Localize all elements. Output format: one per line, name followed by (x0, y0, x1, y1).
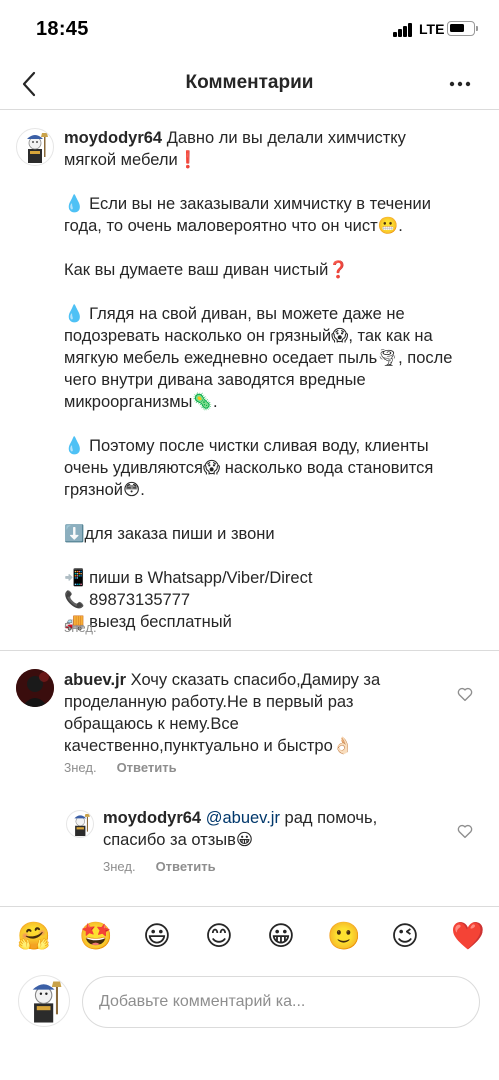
caption-line: года, то очень маловероятно что он чист😬… (64, 217, 403, 235)
caption-spacer (64, 545, 484, 567)
caption-spacer (64, 413, 484, 435)
battery-tip (476, 26, 478, 31)
emoji-heart-button[interactable]: ❤️ (451, 921, 485, 953)
network-label: LTE (419, 21, 445, 37)
caption-avatar[interactable] (16, 128, 54, 166)
caption-line: чего внутри дивана заводятся вредные (64, 371, 366, 389)
caption-spacer (64, 501, 484, 523)
comment-line: качественно,пунктуально и быстро👌🏻 (64, 737, 354, 755)
comment-username[interactable]: abuev.jr (64, 671, 126, 689)
reply-avatar[interactable] (66, 810, 94, 838)
emoji-slight-smile-button[interactable]: 🙂 (327, 921, 361, 953)
reply-text: moydodyr64 @abuev.jr рад помочь, спасибо… (103, 807, 443, 851)
comment-avatar-abuev[interactable] (16, 669, 54, 707)
reply-username[interactable]: moydodyr64 (103, 809, 201, 827)
caption-time: 5нед. (64, 620, 97, 635)
caption-line: 💧 Если вы не заказывали химчистку в тече… (64, 195, 431, 213)
more-options-icon[interactable] (444, 70, 476, 98)
caption-line: 📲 пиши в Whatsapp/Viber/Direct (64, 569, 313, 587)
reply-meta: 3нед. Ответить (103, 859, 216, 874)
status-bar: 18:45 LTE (0, 0, 499, 62)
caption-line: 💧 Поэтому после чистки сливая воду, клие… (64, 437, 429, 455)
reply-line: рад помочь, (284, 809, 378, 827)
caption-line: 📞 89873135777 (64, 591, 191, 609)
caption-spacer (64, 171, 484, 193)
comment-time: 3нед. (64, 760, 97, 775)
caption-username[interactable]: moydodyr64 (64, 129, 162, 147)
emoji-quick-bar: 🤗 🤩 😃 😊 😀 🙂 😉 ❤️ (0, 906, 499, 972)
reply-line: спасибо за отзыв😀 (103, 831, 254, 849)
caption-line: очень удивляются😱 насколько вода станови… (64, 459, 434, 477)
caption-spacer (64, 237, 484, 259)
like-heart-icon[interactable] (456, 685, 474, 703)
signal-icon (393, 23, 413, 37)
mascot-avatar-icon (74, 813, 90, 837)
comment-text: abuev.jr Хочу сказать спасибо,Дамиру за … (64, 669, 444, 757)
emoji-grinning-button[interactable]: 😀 (265, 921, 297, 953)
comment-line: Хочу сказать спасибо,Дамиру за (130, 671, 381, 689)
comment-line: обращаюсь к нему.Все (64, 715, 239, 733)
user-photo-icon (16, 669, 54, 707)
caption-text: moydodyr64 Давно ли вы делали химчистку … (64, 127, 484, 633)
divider (0, 650, 499, 651)
mention-link[interactable]: @abuev.jr (206, 809, 280, 827)
emoji-smiley-button[interactable]: 😃 (141, 921, 173, 953)
nav-bar: Комментарии (0, 62, 499, 110)
caption-line: Давно ли вы делали химчистку (166, 129, 406, 147)
caption-spacer (64, 281, 484, 303)
emoji-star-struck-button[interactable]: 🤩 (79, 921, 113, 953)
status-time: 18:45 (36, 18, 89, 40)
caption-line: мягкой мебели❗ (64, 151, 199, 169)
comment-input[interactable] (82, 976, 480, 1028)
caption-line: ⬇️для заказа пиши и звони (64, 525, 275, 543)
comment-line: проделанную работу.Не в первый раз (64, 693, 354, 711)
mascot-avatar-icon (32, 981, 62, 1023)
battery-icon (447, 21, 475, 36)
emoji-blush-button[interactable]: 😊 (203, 921, 235, 953)
reply-button[interactable]: Ответить (117, 760, 177, 775)
mascot-avatar-icon (27, 133, 48, 163)
like-heart-icon[interactable] (456, 822, 474, 840)
emoji-wink-button[interactable]: 😉 (389, 921, 421, 953)
caption-line: 🚚 выезд бесплатный (64, 613, 232, 631)
emoji-hugging-button[interactable]: 🤗 (17, 921, 51, 953)
caption-line: микроорганизмы🦠. (64, 393, 218, 411)
caption-line: грязной😳. (64, 481, 145, 499)
page-title: Комментарии (185, 72, 314, 93)
comment-meta: 3нед. Ответить (64, 760, 177, 775)
reply-time: 3нед. (103, 859, 136, 874)
caption-line: подозревать насколько он грязный😱, так к… (64, 327, 433, 345)
reply-button[interactable]: Ответить (156, 859, 216, 874)
caption-line: 💧 Глядя на свой диван, вы можете даже не (64, 305, 405, 323)
current-user-avatar (18, 975, 70, 1027)
caption-line: мягкую мебель ежедневно оседает пыль🌪, п… (64, 349, 453, 367)
caption-line: Как вы думаете ваш диван чистый❓ (64, 261, 349, 279)
